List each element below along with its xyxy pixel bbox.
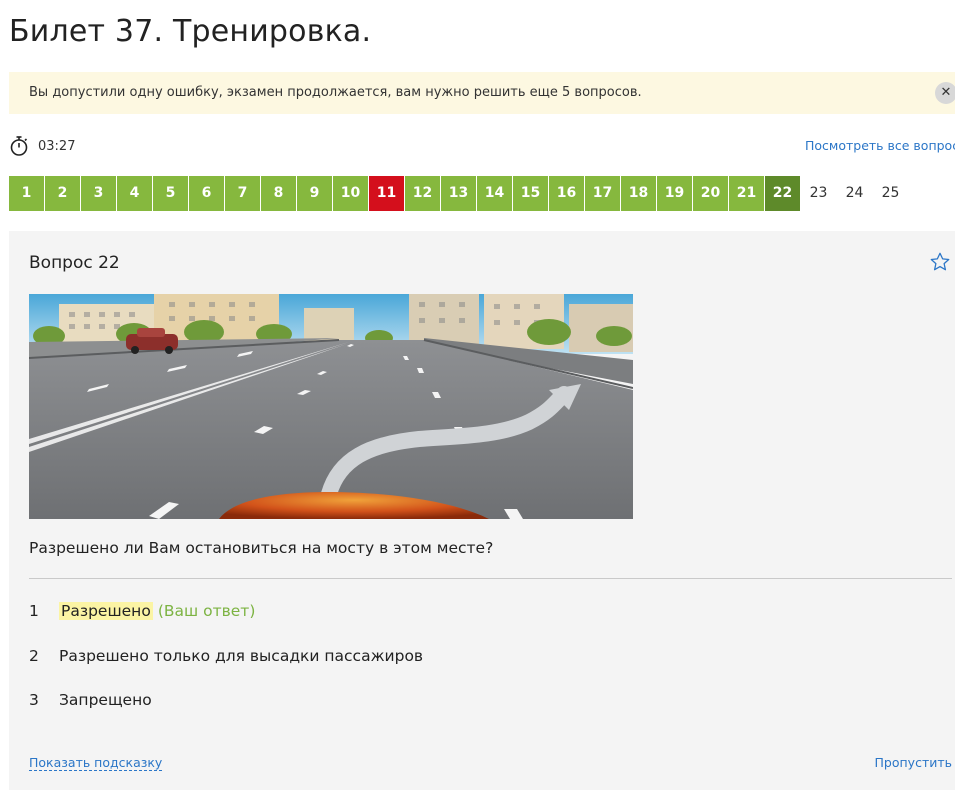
alert-message: Вы допустили одну ошибку, экзамен продол… bbox=[29, 85, 642, 100]
show-hint-link[interactable]: Показать подсказку bbox=[29, 755, 163, 771]
question-number-16[interactable]: 16 bbox=[549, 176, 584, 211]
question-card: Вопрос 22 Разрешено ли Вам остановиться … bbox=[9, 231, 955, 790]
question-number-3[interactable]: 3 bbox=[81, 176, 116, 211]
skip-link[interactable]: Пропустить bbox=[875, 755, 952, 770]
question-number-17[interactable]: 17 bbox=[585, 176, 620, 211]
question-number-9[interactable]: 9 bbox=[297, 176, 332, 211]
question-number-24[interactable]: 24 bbox=[837, 176, 872, 211]
question-number-25[interactable]: 25 bbox=[873, 176, 908, 211]
question-number-5[interactable]: 5 bbox=[153, 176, 188, 211]
question-number-15[interactable]: 15 bbox=[513, 176, 548, 211]
question-number-13[interactable]: 13 bbox=[441, 176, 476, 211]
timer: 03:27 bbox=[9, 135, 75, 157]
question-number-7[interactable]: 7 bbox=[225, 176, 260, 211]
question-number-12[interactable]: 12 bbox=[405, 176, 440, 211]
answer-option-2[interactable]: 2 Разрешено только для высадки пассажиро… bbox=[29, 647, 423, 665]
question-number-23[interactable]: 23 bbox=[801, 176, 836, 211]
answer-number: 1 bbox=[29, 602, 39, 620]
question-number-nav: 1 2 3 4 5 6 7 8 9 10 11 12 13 14 15 16 17 18 19 20 21 22 23 24 2… bbox=[9, 176, 909, 211]
question-number-18[interactable]: 18 bbox=[621, 176, 656, 211]
question-number-2[interactable]: 2 bbox=[45, 176, 80, 211]
answer-text: Разрешено bbox=[59, 602, 153, 620]
divider bbox=[29, 578, 952, 579]
question-number-4[interactable]: 4 bbox=[117, 176, 152, 211]
timer-value: 03:27 bbox=[38, 138, 76, 154]
error-alert: Вы допустили одну ошибку, экзамен продол… bbox=[9, 72, 955, 114]
question-number-6[interactable]: 6 bbox=[189, 176, 224, 211]
star-outline-icon[interactable] bbox=[929, 251, 951, 273]
question-number-14[interactable]: 14 bbox=[477, 176, 512, 211]
question-number-22[interactable]: 22 bbox=[765, 176, 800, 211]
answer-number: 3 bbox=[29, 691, 39, 709]
question-number-20[interactable]: 20 bbox=[693, 176, 728, 211]
question-image bbox=[29, 294, 633, 519]
answer-text: Запрещено bbox=[59, 691, 152, 709]
stopwatch-icon bbox=[10, 136, 28, 156]
close-icon[interactable]: ✕ bbox=[935, 82, 955, 104]
question-number-11[interactable]: 11 bbox=[369, 176, 404, 211]
answer-text: Разрешено только для высадки пассажиров bbox=[59, 647, 424, 665]
question-title: Вопрос 22 bbox=[29, 253, 120, 273]
question-number-21[interactable]: 21 bbox=[729, 176, 764, 211]
question-text: Разрешено ли Вам остановиться на мосту в… bbox=[29, 539, 494, 557]
question-number-19[interactable]: 19 bbox=[657, 176, 692, 211]
answer-number: 2 bbox=[29, 647, 39, 665]
question-number-1[interactable]: 1 bbox=[9, 176, 44, 211]
page-title: Билет 37. Тренировка. bbox=[9, 14, 372, 49]
question-number-10[interactable]: 10 bbox=[333, 176, 368, 211]
answer-option-1[interactable]: 1 Разрешено (Ваш ответ) bbox=[29, 602, 255, 620]
question-number-8[interactable]: 8 bbox=[261, 176, 296, 211]
view-all-questions-link[interactable]: Посмотреть все вопросы bbox=[805, 138, 955, 153]
your-answer-label: (Ваш ответ) bbox=[157, 602, 256, 620]
answer-option-3[interactable]: 3 Запрещено bbox=[29, 691, 152, 709]
